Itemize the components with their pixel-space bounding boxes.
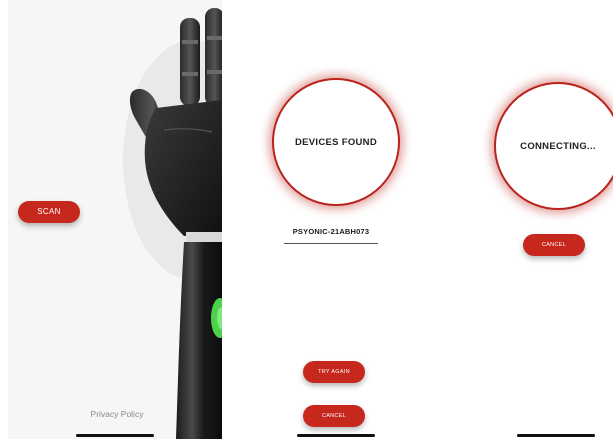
cancel-label: CANCEL	[541, 242, 567, 248]
home-indicator	[297, 434, 375, 437]
scan-screen: SCAN Privacy Policy	[8, 0, 222, 439]
connecting-screen: CONNECTING... CANCEL	[444, 0, 613, 439]
cancel-button[interactable]: CANCEL	[523, 234, 585, 256]
status-circle: DEVICES FOUND	[272, 78, 400, 206]
devices-found-heading: DEVICES FOUND	[294, 136, 378, 148]
cancel-label: CANCEL	[321, 413, 347, 419]
connecting-heading: CONNECTING...	[520, 140, 596, 152]
device-underline	[284, 243, 378, 244]
device-list-item[interactable]: PSYONIC-21ABH073	[284, 221, 378, 244]
scan-button[interactable]: SCAN	[18, 201, 80, 223]
devices-found-screen: DEVICES FOUND PSYONIC-21ABH073 TRY AGAIN…	[222, 0, 444, 439]
try-again-button[interactable]: TRY AGAIN	[303, 361, 365, 383]
scan-button-label: SCAN	[37, 207, 61, 216]
home-indicator	[517, 434, 595, 437]
privacy-policy-link[interactable]: Privacy Policy	[82, 409, 152, 419]
device-name: PSYONIC-21ABH073	[292, 227, 370, 236]
home-indicator	[76, 434, 154, 437]
try-again-label: TRY AGAIN	[318, 369, 350, 375]
cancel-button[interactable]: CANCEL	[303, 405, 365, 427]
status-circle: CONNECTING...	[494, 82, 613, 210]
